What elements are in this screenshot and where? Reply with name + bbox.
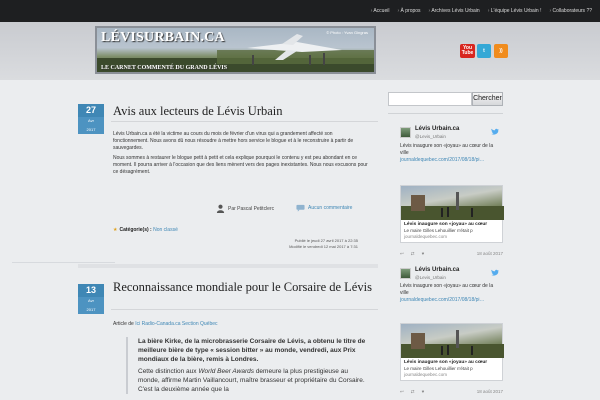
avatar[interactable]	[400, 268, 411, 279]
card-image	[401, 324, 504, 358]
post-categories: ★ Catégorie(s) : Non classé	[113, 227, 178, 233]
post-date-badge: 13 Avr 2017	[78, 284, 104, 314]
article-source: Article de Ici Radio-Canada.ca Section Q…	[113, 321, 218, 327]
post-month: Avr	[78, 297, 104, 305]
comment-bubble-icon	[296, 204, 305, 212]
tweet-author-handle[interactable]: @Levis_Urbain	[415, 134, 446, 139]
title-divider	[111, 121, 378, 122]
quote-emphasis: World Beer Awards	[198, 368, 254, 375]
tweet-body: Lévis inaugure son «joyau» au cœur de la…	[400, 143, 494, 156]
tweet-text: Lévis inaugure son «joyau» au cœur de la…	[400, 143, 503, 164]
tweet-actions: ↩ ⇄ ♥	[400, 389, 424, 395]
youtube-icon[interactable]: You Tube	[460, 44, 475, 58]
tweet: Lévis Urbain.ca @Levis_Urbain Lévis inau…	[388, 125, 504, 260]
like-icon[interactable]: ♥	[422, 251, 425, 257]
comments-count: Aucun commentaire	[308, 205, 353, 211]
nav-item-a-propos[interactable]: À propos	[397, 8, 421, 14]
post-author: Par Pascal Petitclerc	[216, 204, 274, 213]
top-nav-bar: Accueil À propos Archives Lévis Urbain L…	[0, 0, 600, 22]
site-banner[interactable]: LÉVISURBAIN.CA © Photo : Yvan Gingras LE…	[95, 26, 376, 74]
tweet-date[interactable]: 18 août 2017	[477, 389, 503, 394]
post-title[interactable]: Avis aux lecteurs de Lévis Urbain	[113, 105, 283, 118]
article-quote: La bière Kirke, de la microbrasserie Cor…	[126, 337, 371, 394]
nav-item-archives[interactable]: Archives Lévis Urbain	[429, 8, 479, 14]
tweet-link[interactable]: journaldequebec.com/2017/08/18/pi…	[400, 157, 485, 163]
like-icon[interactable]: ♥	[422, 389, 425, 395]
top-nav: Accueil À propos Archives Lévis Urbain L…	[363, 0, 592, 22]
modified-date: Modifié le vendredi 12 mai 2017 à 7:31	[289, 244, 358, 249]
author-name: Par Pascal Petitclerc	[228, 205, 275, 212]
post-title[interactable]: Reconnaissance mondiale pour le Corsaire…	[113, 281, 373, 294]
tweet-author-name[interactable]: Lévis Urbain.ca	[415, 126, 459, 132]
twitter-icon[interactable]: t	[477, 44, 491, 58]
post-year: 2017	[78, 125, 104, 134]
card-domain: journaldequebec.com	[404, 372, 448, 377]
post-paragraph: Nous sommes à restaurer le blogue petit …	[113, 155, 368, 175]
post-date-badge: 27 Avr 2017	[78, 104, 104, 134]
avatar[interactable]	[400, 127, 411, 138]
reply-icon[interactable]: ↩	[400, 251, 404, 257]
post-separator	[78, 264, 378, 268]
post-month: Avr	[78, 117, 104, 125]
search-input[interactable]	[388, 92, 472, 106]
user-icon	[216, 204, 225, 213]
card-content: Lévis inaugure son «joyau» au cœur Le ma…	[401, 220, 502, 242]
title-divider	[111, 309, 378, 310]
tweet-author-name[interactable]: Lévis Urbain.ca	[415, 267, 459, 273]
comments-link[interactable]: Aucun commentaire	[296, 204, 352, 212]
tweet-link[interactable]: journaldequebec.com/2017/08/18/pi…	[400, 297, 485, 303]
star-icon: ★	[113, 227, 118, 233]
nav-item-accueil[interactable]: Accueil	[371, 8, 389, 14]
youtube-label-bottom: Tube	[461, 50, 474, 56]
site-tagline: LE CARNET COMMENTÉ DU GRAND LÉVIS	[101, 65, 228, 71]
quote-lead: La bière Kirke, de la microbrasserie Cor…	[138, 338, 366, 363]
category-label: Catégorie(s) :	[119, 227, 152, 233]
retweet-icon[interactable]: ⇄	[411, 389, 415, 395]
card-photo	[401, 192, 504, 220]
retweet-icon[interactable]: ⇄	[411, 251, 415, 257]
search-button[interactable]: Chercher	[472, 92, 503, 106]
post-avis-aux-lecteurs: 27 Avr 2017 Avis aux lecteurs de Lévis U…	[78, 102, 378, 262]
post-corsaire: 13 Avr 2017 Reconnaissance mondiale pour…	[78, 281, 378, 400]
tweet-date[interactable]: 18 août 2017	[477, 251, 503, 256]
tweet-footer: ↩ ⇄ ♥ 18 août 2017	[400, 389, 503, 397]
post-day: 27	[78, 104, 104, 117]
nav-item-equipe[interactable]: L'équipe Lévis Urbain !	[488, 8, 542, 14]
quote-text-a: Cette distinction aux	[138, 368, 197, 375]
tweet-link-card[interactable]: Lévis inaugure son «joyau» au cœur Le ma…	[400, 323, 504, 381]
sidebar-divider	[388, 113, 503, 114]
card-domain: journaldequebec.com	[404, 234, 448, 239]
site-title[interactable]: LÉVISURBAIN.CA	[101, 30, 225, 46]
reply-icon[interactable]: ↩	[400, 389, 404, 395]
photo-credit: © Photo : Yvan Gingras	[326, 30, 368, 35]
tweet-link-card[interactable]: Lévis inaugure son «joyau» au cœur Le ma…	[400, 185, 504, 243]
tweet-body: Lévis inaugure son «joyau» au cœur de la…	[400, 283, 494, 296]
post-timestamps: Publié le jeudi 27 avril 2017 à 22:35 Mo…	[289, 238, 358, 250]
tweet-text: Lévis inaugure son «joyau» au cœur de la…	[400, 283, 503, 304]
twitter-bird-icon[interactable]	[491, 269, 499, 276]
card-image	[401, 186, 504, 220]
tweet-actions: ↩ ⇄ ♥	[400, 251, 424, 257]
tweet-author-handle[interactable]: @Levis_Urbain	[415, 275, 446, 280]
post-paragraph: Lévis Urbain.ca a été la victime au cour…	[113, 131, 354, 151]
source-link[interactable]: Ici Radio-Canada.ca Section Québec	[135, 321, 217, 327]
tweet-divider	[12, 262, 115, 263]
card-content: Lévis inaugure son «joyau» au cœur Le ma…	[401, 358, 502, 380]
post-year: 2017	[78, 305, 104, 314]
twitter-bird-icon[interactable]	[491, 128, 499, 135]
nav-item-collaborateurs[interactable]: Collaborateurs ??	[549, 8, 592, 14]
rss-icon[interactable]: ))	[494, 44, 508, 58]
post-body: Lévis Urbain.ca a été la victime au cour…	[113, 131, 368, 179]
card-photo	[401, 330, 504, 358]
post-day: 13	[78, 284, 104, 297]
tweet-footer: ↩ ⇄ ♥ 18 août 2017	[400, 251, 503, 259]
category-link[interactable]: Non classé	[153, 227, 178, 233]
tweet: Lévis Urbain.ca @Levis_Urbain Lévis inau…	[388, 266, 504, 400]
source-prefix: Article de	[113, 321, 134, 327]
